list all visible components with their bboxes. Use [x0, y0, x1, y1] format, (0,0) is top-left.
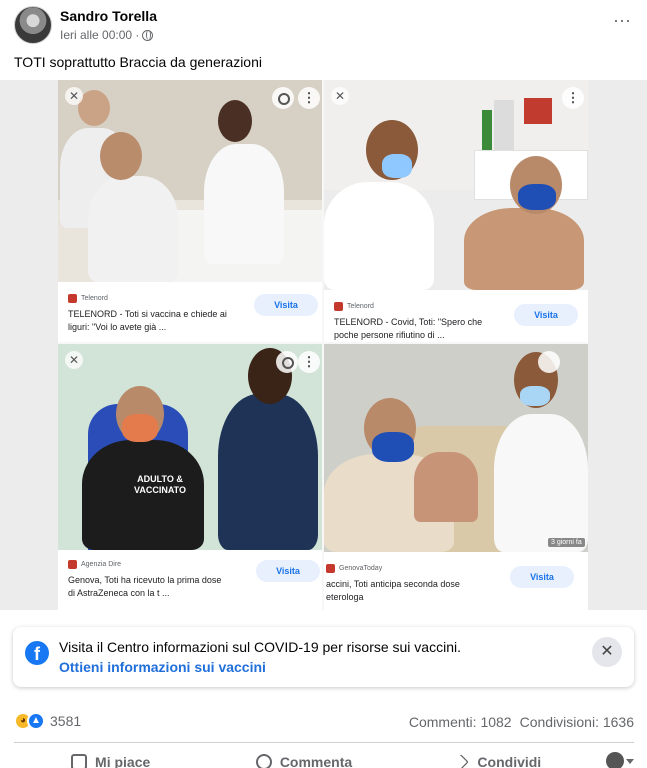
reaction-count: 3581: [50, 713, 82, 729]
reactions-summary[interactable]: ◕ ▲ 3581: [14, 712, 81, 730]
vaccine-info-link[interactable]: Ottieni informazioni sui vaccini: [59, 659, 266, 675]
post-time[interactable]: Ieri alle 00:00 ·: [60, 28, 139, 42]
comments-count[interactable]: Commenti: 1082: [409, 714, 512, 730]
comment-icon: [255, 754, 272, 768]
source-label: Telenord: [68, 294, 108, 303]
author-name[interactable]: Sandro Torella: [60, 8, 157, 24]
telenord-favicon-icon: [334, 302, 343, 311]
share-icon: [453, 754, 470, 768]
react-as-selector[interactable]: [606, 752, 634, 768]
close-icon[interactable]: ✕: [592, 637, 622, 667]
vaccination-photo-3: ADULTO & VACCINATO ✕ ⋮: [58, 344, 322, 550]
more-vertical-icon[interactable]: ⋮: [562, 87, 584, 109]
age-badge: 3 giorni fa: [548, 538, 585, 547]
search-results-collage: ✕ ⋮ Telenord TELENORD - Toti si vaccina …: [58, 80, 588, 610]
facebook-logo-icon: f: [25, 641, 49, 665]
avatar: [606, 752, 624, 768]
result-card-2[interactable]: ✕ ⋮ Telenord TELENORD - Covid, Toti: "Sp…: [324, 80, 588, 342]
close-icon[interactable]: ✕: [331, 87, 349, 105]
dire-favicon-icon: [68, 560, 77, 569]
close-icon[interactable]: ✕: [65, 351, 83, 369]
vaccination-photo-2: ✕ ⋮: [324, 80, 588, 290]
post-meta: Ieri alle 00:00 ·: [60, 28, 154, 42]
source-label: Agenzia Dire: [68, 560, 121, 569]
comment-label: Commenta: [279, 754, 353, 768]
share-label: Condividi: [477, 754, 542, 768]
author-avatar[interactable]: [14, 6, 52, 44]
post-actions: Mi piace Commenta Condividi: [14, 750, 634, 768]
globe-icon: [142, 29, 154, 41]
post-header: Sandro Torella Ieri alle 00:00 · ···: [14, 6, 634, 48]
result-caption[interactable]: TELENORD - Toti si vaccina e chiede ai li…: [68, 308, 238, 334]
source-label: Telenord: [334, 302, 374, 311]
lens-icon[interactable]: [538, 351, 560, 373]
divider: [14, 742, 634, 743]
like-label: Mi piace: [95, 754, 151, 768]
shares-count[interactable]: Condivisioni: 1636: [520, 714, 634, 730]
result-caption[interactable]: accini, Toti anticipa seconda dose eterol…: [326, 578, 496, 604]
result-card-3[interactable]: ADULTO & VACCINATO ✕ ⋮ Agenzia Dire Genov…: [58, 344, 322, 610]
result-card-4[interactable]: 3 giorni fa GenovaToday accini, Toti ant…: [324, 344, 588, 610]
share-button[interactable]: Condividi: [401, 750, 594, 768]
shirt-text: ADULTO & VACCINATO: [133, 474, 186, 495]
vaccination-photo-4: 3 giorni fa: [324, 344, 588, 552]
result-card-1[interactable]: ✕ ⋮ Telenord TELENORD - Toti si vaccina …: [58, 80, 322, 342]
notice-text: Visita il Centro informazioni sul COVID-…: [59, 639, 461, 655]
more-vertical-icon[interactable]: ⋮: [298, 87, 320, 109]
result-caption[interactable]: TELENORD - Covid, Toti: "Spero che poche …: [334, 316, 504, 342]
visit-button[interactable]: Visita: [514, 304, 578, 326]
source-label: GenovaToday: [326, 564, 382, 573]
vaccination-photo-1: ✕ ⋮: [58, 80, 322, 282]
more-vertical-icon[interactable]: ⋮: [298, 351, 320, 373]
comment-button[interactable]: Commenta: [207, 750, 400, 768]
like-button[interactable]: Mi piace: [14, 750, 207, 768]
more-options-icon[interactable]: ···: [610, 10, 634, 34]
lens-icon[interactable]: [272, 87, 294, 109]
post-text: TOTI soprattutto Braccia da generazioni: [14, 54, 262, 70]
genovatoday-favicon-icon: [326, 564, 335, 573]
result-caption[interactable]: Genova, Toti ha ricevuto la prima dose di…: [68, 574, 238, 600]
visit-button[interactable]: Visita: [254, 294, 318, 316]
like-reaction-icon: ▲: [27, 712, 45, 730]
post-stats: ◕ ▲ 3581 Commenti: 1082 Condivisioni: 16…: [14, 712, 634, 734]
close-icon[interactable]: ✕: [65, 87, 83, 105]
telenord-favicon-icon: [68, 294, 77, 303]
lens-icon[interactable]: [276, 351, 298, 373]
chevron-down-icon: [626, 758, 634, 764]
visit-button[interactable]: Visita: [256, 560, 320, 582]
covid-info-notice: f Visita il Centro informazioni sul COVI…: [13, 627, 634, 687]
post-image[interactable]: ✕ ⋮ Telenord TELENORD - Toti si vaccina …: [0, 80, 647, 610]
visit-button[interactable]: Visita: [510, 566, 574, 588]
thumbs-up-icon: [71, 754, 88, 768]
